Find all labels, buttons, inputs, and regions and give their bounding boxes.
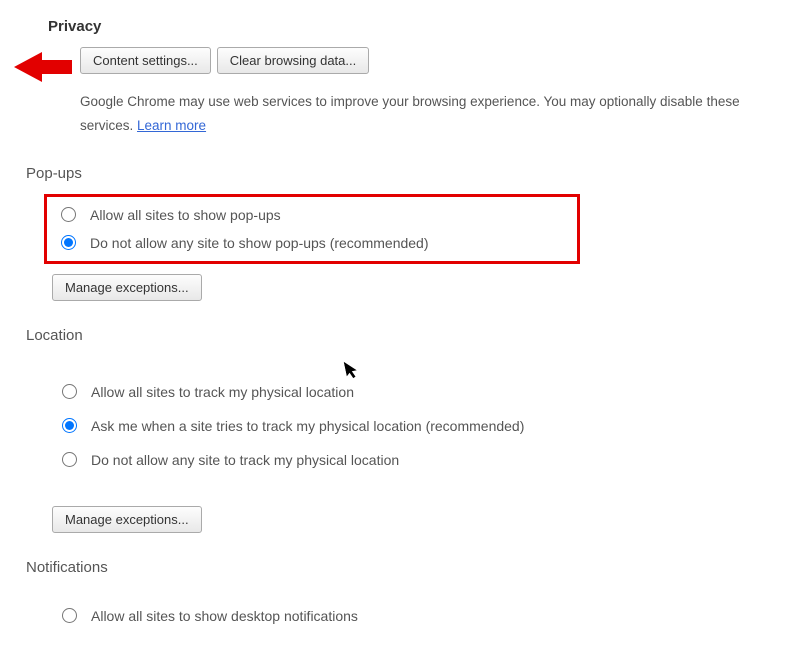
location-allow-all-label: Allow all sites to track my physical loc… <box>91 384 354 400</box>
location-deny-all-option[interactable]: Do not allow any site to track my physic… <box>62 452 790 468</box>
privacy-button-row: Content settings... Clear browsing data.… <box>80 47 800 74</box>
location-deny-all-radio[interactable] <box>62 452 77 467</box>
notifications-section-title: Notifications <box>26 559 800 576</box>
content-settings-button[interactable]: Content settings... <box>80 47 211 74</box>
popups-block-all-label: Do not allow any site to show pop-ups (r… <box>90 235 429 251</box>
popups-highlight-box: Allow all sites to show pop-ups Do not a… <box>44 194 580 264</box>
privacy-description: Google Chrome may use web services to im… <box>80 90 770 139</box>
location-ask-label: Ask me when a site tries to track my phy… <box>91 418 524 434</box>
location-ask-radio[interactable] <box>62 418 77 433</box>
popups-block-all-option[interactable]: Do not allow any site to show pop-ups (r… <box>53 235 571 251</box>
popups-block-all-radio[interactable] <box>61 235 76 250</box>
location-allow-all-option[interactable]: Allow all sites to track my physical loc… <box>62 384 790 400</box>
popups-allow-all-radio[interactable] <box>61 207 76 222</box>
learn-more-link[interactable]: Learn more <box>137 118 206 133</box>
red-arrow-annotation <box>14 50 74 84</box>
notifications-allow-all-radio[interactable] <box>62 608 77 623</box>
clear-browsing-data-button[interactable]: Clear browsing data... <box>217 47 369 74</box>
location-allow-all-radio[interactable] <box>62 384 77 399</box>
notifications-allow-all-label: Allow all sites to show desktop notifica… <box>91 608 358 624</box>
location-ask-option[interactable]: Ask me when a site tries to track my phy… <box>62 418 790 434</box>
location-radio-group: Allow all sites to track my physical loc… <box>52 356 800 496</box>
privacy-section-title: Privacy <box>48 18 800 35</box>
location-manage-exceptions-button[interactable]: Manage exceptions... <box>52 506 202 533</box>
popups-allow-all-option[interactable]: Allow all sites to show pop-ups <box>53 207 571 223</box>
notifications-radio-group: Allow all sites to show desktop notifica… <box>52 588 800 624</box>
location-section-title: Location <box>26 327 800 344</box>
popups-section-title: Pop-ups <box>26 165 800 182</box>
popups-manage-exceptions-button[interactable]: Manage exceptions... <box>52 274 202 301</box>
location-deny-all-label: Do not allow any site to track my physic… <box>91 452 399 468</box>
notifications-allow-all-option[interactable]: Allow all sites to show desktop notifica… <box>62 608 790 624</box>
popups-allow-all-label: Allow all sites to show pop-ups <box>90 207 281 223</box>
